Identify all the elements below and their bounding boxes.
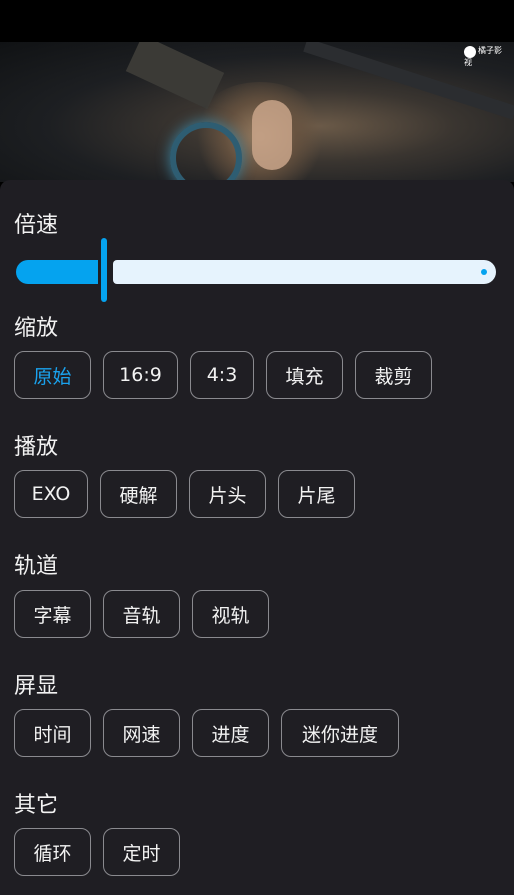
screen-options: 时间 网速 进度 迷你进度 bbox=[14, 709, 399, 757]
zoom-option-original[interactable]: 原始 bbox=[14, 351, 91, 399]
speed-slider-thumb[interactable] bbox=[101, 238, 107, 302]
zoom-option-fill[interactable]: 填充 bbox=[266, 351, 343, 399]
track-option-video[interactable]: 视轨 bbox=[192, 590, 269, 638]
track-options: 字幕 音轨 视轨 bbox=[14, 590, 269, 638]
status-bar bbox=[0, 0, 514, 42]
speed-slider-end-dot bbox=[481, 269, 487, 275]
zoom-title: 缩放 bbox=[14, 316, 59, 341]
screen-option-speed[interactable]: 网速 bbox=[103, 709, 180, 757]
speed-slider-fill bbox=[16, 260, 98, 284]
zoom-options: 原始 16:9 4:3 填充 裁剪 bbox=[14, 351, 432, 399]
watermark-icon bbox=[464, 46, 476, 58]
play-options: EXO 硬解 片头 片尾 bbox=[14, 470, 355, 518]
video-scene-hand bbox=[252, 100, 292, 170]
speed-slider-track[interactable] bbox=[113, 260, 496, 284]
screen-title: 屏显 bbox=[14, 674, 59, 699]
video-preview[interactable]: 橘子影视 bbox=[0, 42, 514, 182]
watermark-logo: 橘子影视 bbox=[464, 46, 508, 70]
play-option-intro[interactable]: 片头 bbox=[189, 470, 266, 518]
zoom-option-4-3[interactable]: 4:3 bbox=[190, 351, 254, 399]
track-option-audio[interactable]: 音轨 bbox=[103, 590, 180, 638]
other-title: 其它 bbox=[14, 793, 59, 818]
zoom-option-crop[interactable]: 裁剪 bbox=[355, 351, 432, 399]
other-option-loop[interactable]: 循环 bbox=[14, 828, 91, 876]
screen-option-time[interactable]: 时间 bbox=[14, 709, 91, 757]
play-option-outro[interactable]: 片尾 bbox=[278, 470, 355, 518]
screen-option-mini-progress[interactable]: 迷你进度 bbox=[281, 709, 399, 757]
play-option-hw-decode[interactable]: 硬解 bbox=[100, 470, 177, 518]
speed-title: 倍速 bbox=[14, 213, 59, 238]
speed-slider[interactable] bbox=[16, 238, 496, 302]
zoom-option-16-9[interactable]: 16:9 bbox=[103, 351, 178, 399]
play-option-exo[interactable]: EXO bbox=[14, 470, 88, 518]
play-title: 播放 bbox=[14, 435, 59, 460]
other-options: 循环 定时 bbox=[14, 828, 180, 876]
track-option-subtitle[interactable]: 字幕 bbox=[14, 590, 91, 638]
screen-option-progress[interactable]: 进度 bbox=[192, 709, 269, 757]
settings-panel: 倍速 缩放 原始 16:9 4:3 填充 裁剪 播放 EXO 硬解 片头 片尾 … bbox=[0, 180, 514, 895]
other-option-timer[interactable]: 定时 bbox=[103, 828, 180, 876]
track-title: 轨道 bbox=[14, 554, 59, 579]
